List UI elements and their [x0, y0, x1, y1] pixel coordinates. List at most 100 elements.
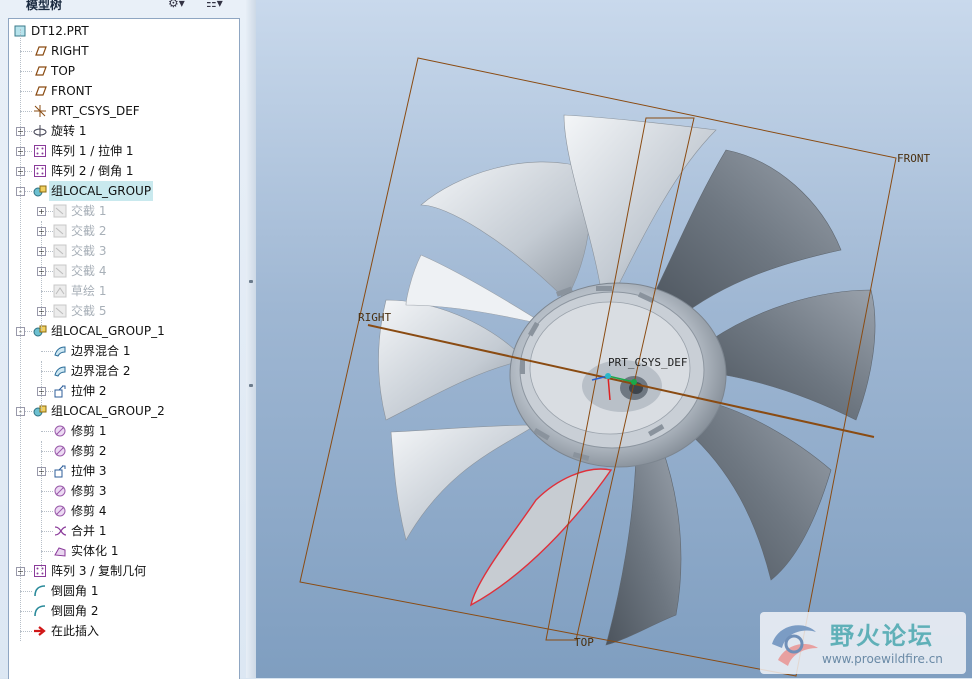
intersect-icon — [53, 264, 67, 278]
panel-splitter[interactable] — [246, 0, 256, 678]
model-tree-panel: 模型树 ⚙▾ ☷▾ DT12.PRT RIGHT TOP FRONT PRT_CSYS_… — [0, 0, 246, 679]
tree-connector — [20, 51, 32, 52]
tree-item[interactable]: DT12.PRT — [9, 21, 239, 41]
tree-item[interactable]: 修剪 1 — [9, 421, 239, 441]
tree-item[interactable]: RIGHT — [9, 41, 239, 61]
tree-item-label: 交截 5 — [71, 304, 107, 318]
tree-connector — [41, 451, 53, 452]
tree-item[interactable]: + 交截 3 — [9, 241, 239, 261]
tree-item[interactable]: - 组LOCAL_GROUP_1 — [9, 321, 239, 341]
intersect-icon — [53, 244, 67, 258]
tree-item[interactable]: 修剪 3 — [9, 481, 239, 501]
merge-icon — [54, 526, 67, 536]
tree-connector — [20, 611, 32, 612]
tree-item[interactable]: FRONT — [9, 81, 239, 101]
extrude-icon — [54, 385, 66, 398]
tree-item-label: FRONT — [51, 84, 92, 98]
tree-item-label: PRT_CSYS_DEF — [51, 104, 140, 118]
tree-item[interactable]: + 拉伸 3 — [9, 461, 239, 481]
revolve-icon — [33, 125, 47, 137]
tree-item[interactable]: + 交截 5 — [9, 301, 239, 321]
tree-connector — [41, 351, 53, 352]
trim-icon — [54, 445, 66, 457]
model-tree-title: 模型树 — [26, 0, 63, 12]
tree-guide-line — [20, 29, 21, 641]
pattern-icon — [34, 565, 46, 577]
tree-item[interactable]: + 阵列 3 / 复制几何 — [9, 561, 239, 581]
tree-item[interactable]: 草绘 1 — [9, 281, 239, 301]
tree-item-label: 实体化 1 — [71, 544, 119, 558]
tree-item-label: 交截 2 — [71, 224, 107, 238]
tree-connector — [41, 511, 53, 512]
tree-item[interactable]: 倒圆角 2 — [9, 601, 239, 621]
tree-item[interactable]: 修剪 2 — [9, 441, 239, 461]
tree-item-label: 旋转 1 — [51, 124, 87, 138]
tree-item-label: 边界混合 2 — [71, 364, 131, 378]
tree-item[interactable]: 边界混合 1 — [9, 341, 239, 361]
tree-item[interactable]: 倒圆角 1 — [9, 581, 239, 601]
tree-item[interactable]: + 阵列 2 / 倒角 1 — [9, 161, 239, 181]
tree-item[interactable]: PRT_CSYS_DEF — [9, 101, 239, 121]
tree-item[interactable]: 在此插入 — [9, 621, 239, 641]
tree-connector — [41, 551, 53, 552]
tree-item[interactable]: 实体化 1 — [9, 541, 239, 561]
boundary-blend-icon — [54, 366, 66, 377]
tree-connector — [41, 291, 53, 292]
fan-model-3d[interactable] — [256, 0, 972, 678]
tree-item-label: 在此插入 — [51, 624, 100, 638]
tree-item[interactable]: + 交截 2 — [9, 221, 239, 241]
datum-plane-icon — [35, 46, 47, 56]
tree-item[interactable]: + 交截 4 — [9, 261, 239, 281]
expand-icon[interactable]: + — [37, 207, 46, 216]
tree-item-label: 组LOCAL_GROUP_2 — [51, 404, 165, 418]
tree-item[interactable]: + 拉伸 2 — [9, 381, 239, 401]
tree-item[interactable]: 修剪 4 — [9, 501, 239, 521]
tree-connector — [20, 631, 32, 632]
right-plane-label: RIGHT — [358, 311, 392, 324]
tree-item[interactable]: TOP — [9, 61, 239, 81]
graphics-viewport[interactable]: FRONT RIGHT TOP PRT_CSYS_DEF — [256, 0, 972, 678]
datum-plane-icon — [35, 86, 47, 96]
tree-item-label: 合并 1 — [71, 524, 107, 538]
tree-item-label: 修剪 1 — [71, 424, 107, 438]
tree-item-label: 边界混合 1 — [71, 344, 131, 358]
tree-item-label: 修剪 3 — [71, 484, 107, 498]
splitter-grip-icon[interactable] — [249, 384, 253, 387]
tree-item-label: 交截 4 — [71, 264, 107, 278]
tree-item-label: 拉伸 2 — [71, 384, 107, 398]
sketch-icon — [53, 284, 67, 298]
tree-item[interactable]: 边界混合 2 — [9, 361, 239, 381]
tree-item[interactable]: + 交截 1 — [9, 201, 239, 221]
group-icon — [33, 405, 47, 417]
trim-icon — [54, 505, 66, 517]
solidify-icon — [54, 547, 66, 557]
tree-item[interactable]: 合并 1 — [9, 521, 239, 541]
round-icon — [34, 585, 46, 597]
tree-connector — [41, 371, 53, 372]
extrude-icon — [54, 465, 66, 478]
tree-item-label: 草绘 1 — [71, 284, 107, 298]
pattern-icon — [34, 145, 46, 157]
tree-item-label: RIGHT — [51, 44, 89, 58]
group-icon — [33, 185, 47, 197]
tree-connector — [20, 71, 32, 72]
model-tree-header: 模型树 ⚙▾ ☷▾ — [0, 0, 246, 14]
tree-item-label: 修剪 2 — [71, 444, 107, 458]
fan-hub — [509, 282, 727, 468]
coordinate-system-icon — [34, 105, 46, 117]
tree-item-label: 阵列 1 / 拉伸 1 — [51, 144, 134, 158]
tree-connector — [41, 531, 53, 532]
splitter-grip-icon[interactable] — [249, 280, 253, 283]
boundary-blend-icon — [54, 346, 66, 357]
tree-settings-button[interactable]: ⚙▾ — [168, 0, 185, 12]
watermark-text: 野火论坛 — [830, 622, 934, 650]
tree-item[interactable]: - 组LOCAL_GROUP — [9, 181, 239, 201]
tree-item[interactable]: - 组LOCAL_GROUP_2 — [9, 401, 239, 421]
tree-item[interactable]: + 旋转 1 — [9, 121, 239, 141]
tree-item-label: 倒圆角 2 — [51, 604, 99, 618]
tree-item[interactable]: + 阵列 1 / 拉伸 1 — [9, 141, 239, 161]
insert-here-arrow-icon — [34, 626, 46, 636]
tree-view-button[interactable]: ☷▾ — [206, 0, 223, 12]
tree-connector — [20, 591, 32, 592]
intersect-icon — [53, 204, 67, 218]
